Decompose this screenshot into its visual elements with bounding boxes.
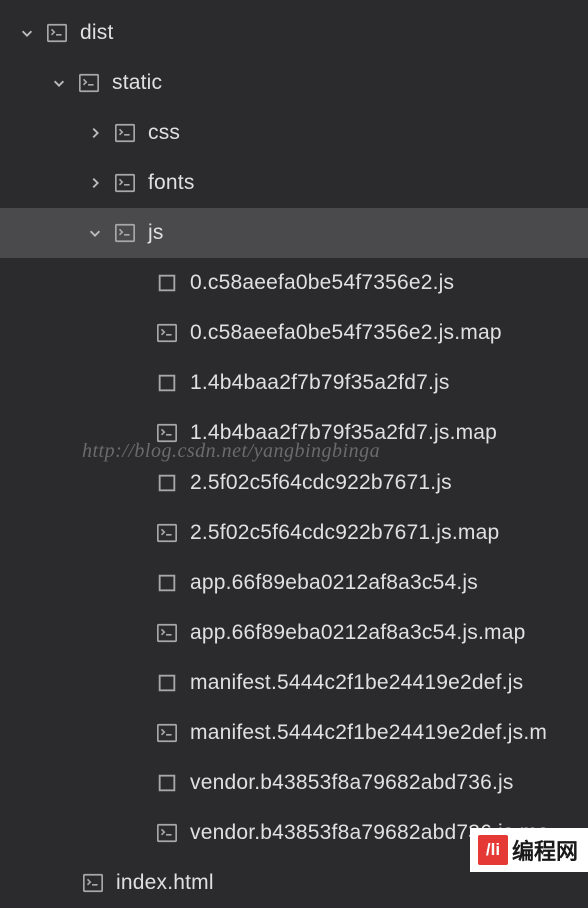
tree-file[interactable]: vendor.b43853f8a79682abd736.js (0, 758, 588, 808)
tree-file[interactable]: app.66f89eba0212af8a3c54.js.map (0, 608, 588, 658)
terminal-icon (46, 22, 68, 44)
folder-label: fonts (148, 171, 195, 195)
file-label: 1.4b4baa2f7b79f35a2fd7.js (190, 371, 450, 395)
file-icon (156, 572, 178, 594)
chevron-down-icon (50, 74, 68, 92)
badge-text: 编程网 (512, 834, 578, 866)
tree-file[interactable]: 1.4b4baa2f7b79f35a2fd7.js (0, 358, 588, 408)
file-label: 2.5f02c5f64cdc922b7671.js.map (190, 521, 499, 545)
terminal-icon (114, 222, 136, 244)
chevron-down-icon (18, 24, 36, 42)
tree-file[interactable]: app.66f89eba0212af8a3c54.js (0, 558, 588, 608)
tree-folder-dist[interactable]: dist (0, 8, 588, 58)
tree-file[interactable]: 0.c58aeefa0be54f7356e2.js (0, 258, 588, 308)
file-label: 0.c58aeefa0be54f7356e2.js (190, 271, 454, 295)
file-label: 1.4b4baa2f7b79f35a2fd7.js.map (190, 421, 497, 445)
tree-file[interactable]: 1.4b4baa2f7b79f35a2fd7.js.map (0, 408, 588, 458)
site-badge: /li 编程网 (470, 828, 588, 872)
tree-file[interactable]: 0.c58aeefa0be54f7356e2.js.map (0, 308, 588, 358)
badge-icon: /li (478, 835, 508, 865)
folder-label: dist (80, 21, 113, 45)
terminal-icon (78, 72, 100, 94)
chevron-right-icon (86, 124, 104, 142)
terminal-icon (156, 522, 178, 544)
terminal-icon (82, 872, 104, 894)
terminal-icon (156, 722, 178, 744)
terminal-icon (114, 122, 136, 144)
file-label: manifest.5444c2f1be24419e2def.js.m (190, 721, 547, 745)
tree-file[interactable]: 2.5f02c5f64cdc922b7671.js.map (0, 508, 588, 558)
file-icon (156, 372, 178, 394)
terminal-icon (156, 322, 178, 344)
file-icon (156, 772, 178, 794)
file-label: 2.5f02c5f64cdc922b7671.js (190, 471, 452, 495)
tree-file[interactable]: manifest.5444c2f1be24419e2def.js (0, 658, 588, 708)
tree-folder[interactable]: fonts (0, 158, 588, 208)
file-label: vendor.b43853f8a79682abd736.js (190, 771, 514, 795)
file-label: index.html (116, 871, 214, 895)
tree-folder[interactable]: css (0, 108, 588, 158)
file-label: app.66f89eba0212af8a3c54.js.map (190, 621, 525, 645)
file-label: manifest.5444c2f1be24419e2def.js (190, 671, 523, 695)
terminal-icon (114, 172, 136, 194)
tree-file[interactable]: manifest.5444c2f1be24419e2def.js.m (0, 708, 588, 758)
terminal-icon (156, 622, 178, 644)
file-label: 0.c58aeefa0be54f7356e2.js.map (190, 321, 502, 345)
folder-label: js (148, 221, 164, 245)
file-label: app.66f89eba0212af8a3c54.js (190, 571, 478, 595)
tree-folder[interactable]: static (0, 58, 588, 108)
file-tree: dist static css fonts js 0.c58aeefa0be54f735… (0, 0, 588, 908)
file-icon (156, 272, 178, 294)
file-icon (156, 672, 178, 694)
chevron-right-icon (86, 174, 104, 192)
folder-label: css (148, 121, 180, 145)
terminal-icon (156, 822, 178, 844)
chevron-down-icon (86, 224, 104, 242)
file-icon (156, 472, 178, 494)
tree-folder[interactable]: js (0, 208, 588, 258)
tree-file[interactable]: 2.5f02c5f64cdc922b7671.js (0, 458, 588, 508)
terminal-icon (156, 422, 178, 444)
folder-label: static (112, 71, 162, 95)
